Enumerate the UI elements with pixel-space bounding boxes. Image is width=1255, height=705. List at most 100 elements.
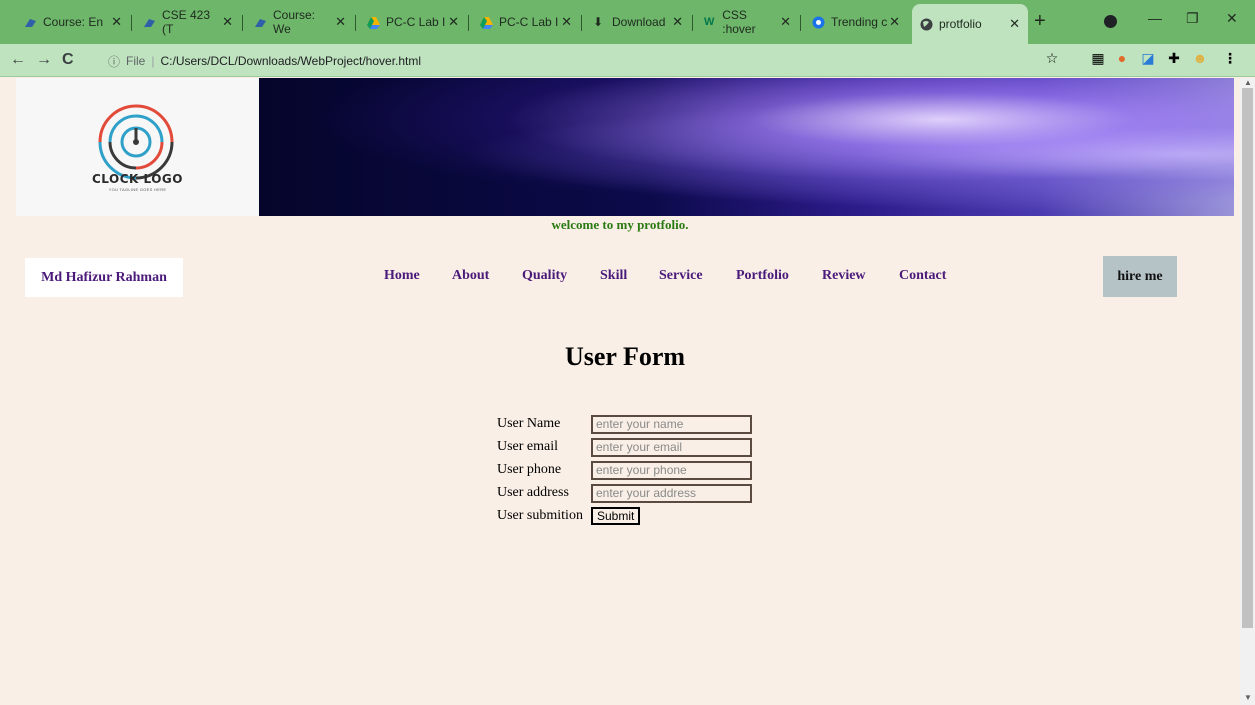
- tab-title: Download: [612, 15, 666, 29]
- close-icon[interactable]: ✕: [780, 14, 791, 30]
- moodle-icon: [254, 16, 267, 29]
- menu-kebab-icon[interactable]: ⋮: [1222, 50, 1238, 66]
- divider: |: [151, 54, 155, 68]
- reload-icon[interactable]: C: [62, 51, 74, 69]
- submit-label: User submition: [497, 508, 583, 523]
- email-label: User email: [497, 439, 559, 454]
- close-icon[interactable]: ✕: [561, 14, 572, 30]
- tab-separator: [692, 15, 693, 31]
- tab-separator: [355, 15, 356, 31]
- nav-home[interactable]: Home: [384, 268, 420, 284]
- welcome-text: welcome to my protfolio.: [551, 217, 689, 232]
- scroll-down-icon[interactable]: ▼: [1244, 693, 1252, 702]
- scrollbar-thumb[interactable]: [1242, 88, 1253, 628]
- form-row-email: User email: [497, 437, 752, 457]
- address-input[interactable]: [591, 483, 752, 503]
- vertical-scrollbar[interactable]: ▲ ▼: [1240, 78, 1255, 705]
- phone-label: User phone: [497, 462, 562, 477]
- nav-skill[interactable]: Skill: [600, 268, 627, 284]
- close-icon[interactable]: ✕: [889, 14, 900, 30]
- tab-title: Course: We: [273, 8, 316, 36]
- drive-icon: [367, 16, 380, 29]
- back-arrow-icon[interactable]: ←: [10, 51, 26, 69]
- scroll-up-icon[interactable]: ▲: [1244, 78, 1252, 87]
- globe-icon: [920, 18, 933, 31]
- close-icon[interactable]: ✕: [111, 14, 122, 30]
- form-row-name: User Name: [497, 414, 752, 434]
- phone-input[interactable]: [591, 460, 752, 480]
- extension-icon[interactable]: ●: [1114, 50, 1130, 66]
- trending-icon: [812, 16, 825, 29]
- tab-title: PC-C Lab I: [499, 15, 559, 29]
- url-text: C:/Users/DCL/Downloads/WebProject/hover.…: [160, 54, 422, 68]
- browser-tab-strip: Course: En ✕ CSE 423 (T ✕ Course: We ✕ P…: [0, 0, 1255, 44]
- close-icon[interactable]: ✕: [222, 14, 233, 30]
- main-nav: Home About Quality Skill Service Portfol…: [0, 268, 1240, 288]
- form-title: User Form: [564, 342, 686, 371]
- scheme-label: File: [126, 54, 146, 68]
- close-icon[interactable]: ✕: [1009, 16, 1020, 32]
- info-icon[interactable]: ⓘ: [108, 53, 120, 70]
- browser-tab[interactable]: Course: En ✕: [16, 8, 130, 36]
- close-icon[interactable]: ✕: [448, 14, 459, 30]
- tab-title: Trending c: [831, 15, 888, 29]
- name-label: User Name: [497, 416, 561, 431]
- translate-icon[interactable]: ◪: [1140, 50, 1156, 66]
- drive-icon: [480, 16, 493, 29]
- puzzle-icon[interactable]: ✚: [1166, 50, 1182, 66]
- profile-icon[interactable]: [1104, 15, 1117, 28]
- nav-portfolio[interactable]: Portfolio: [736, 268, 789, 284]
- nav-quality[interactable]: Quality: [522, 268, 567, 284]
- forward-arrow-icon[interactable]: →: [36, 51, 52, 69]
- header-banner: [259, 78, 1234, 216]
- moodle-icon: [24, 16, 37, 29]
- new-tab-icon[interactable]: +: [1034, 10, 1046, 33]
- window-close-icon[interactable]: ✕: [1226, 10, 1238, 27]
- moodle-icon: [143, 16, 156, 29]
- browser-tab-active[interactable]: protfolio ✕: [912, 4, 1028, 44]
- logo[interactable]: CLOCK LOGO YOU TAGLINE GOES HERE: [16, 78, 259, 216]
- email-input[interactable]: [591, 437, 752, 457]
- address-bar[interactable]: ⓘ File | C:/Users/DCL/Downloads/WebProje…: [108, 49, 1070, 73]
- logo-tagline: YOU TAGLINE GOES HERE: [108, 187, 167, 192]
- bookmark-star-icon[interactable]: ☆: [1044, 50, 1060, 66]
- tab-title: CSE 423 (T: [162, 8, 211, 36]
- tab-separator: [468, 15, 469, 31]
- tab-title: Course: En: [43, 15, 104, 29]
- tab-separator: [131, 15, 132, 31]
- name-input[interactable]: [591, 414, 752, 434]
- close-icon[interactable]: ✕: [672, 14, 683, 30]
- minimize-icon[interactable]: —: [1148, 10, 1162, 26]
- tab-title: PC-C Lab I: [386, 15, 446, 29]
- browser-tab[interactable]: W CSS :hover ✕: [696, 8, 799, 36]
- submit-button[interactable]: Submit: [591, 507, 641, 525]
- nav-review[interactable]: Review: [822, 268, 866, 284]
- nav-about[interactable]: About: [452, 268, 489, 284]
- avatar[interactable]: ☻: [1192, 50, 1208, 66]
- browser-toolbar: ← → C ⓘ File | C:/Users/DCL/Downloads/We…: [0, 44, 1255, 77]
- clock-logo-icon: [98, 104, 174, 180]
- browser-tab[interactable]: PC-C Lab I ✕: [472, 8, 580, 36]
- tab-separator: [581, 15, 582, 31]
- tab-title: protfolio: [939, 17, 982, 31]
- browser-tab[interactable]: Trending c ✕: [804, 8, 908, 36]
- nav-service[interactable]: Service: [659, 268, 703, 284]
- browser-tab[interactable]: PC-C Lab I ✕: [359, 8, 467, 36]
- address-label: User address: [497, 485, 569, 500]
- hire-me-button[interactable]: hire me: [1103, 256, 1177, 297]
- tab-separator: [242, 15, 243, 31]
- browser-tab[interactable]: Course: We ✕: [246, 8, 354, 36]
- download-icon: ⬇: [593, 14, 604, 29]
- close-icon[interactable]: ✕: [335, 14, 346, 30]
- tab-title: CSS :hover: [722, 8, 756, 36]
- logo-text: CLOCK LOGO: [92, 172, 183, 186]
- browser-tab[interactable]: ⬇ Download ✕: [585, 8, 691, 36]
- form-row-phone: User phone: [497, 460, 752, 480]
- w3schools-icon: W: [704, 15, 715, 28]
- form-row-address: User address: [497, 483, 752, 503]
- nav-contact[interactable]: Contact: [899, 268, 946, 284]
- browser-tab[interactable]: CSE 423 (T ✕: [135, 8, 241, 36]
- restore-icon[interactable]: ❐: [1186, 10, 1199, 27]
- extension-icon[interactable]: ▦: [1090, 50, 1106, 66]
- page-viewport: CLOCK LOGO YOU TAGLINE GOES HERE welcome…: [0, 78, 1240, 705]
